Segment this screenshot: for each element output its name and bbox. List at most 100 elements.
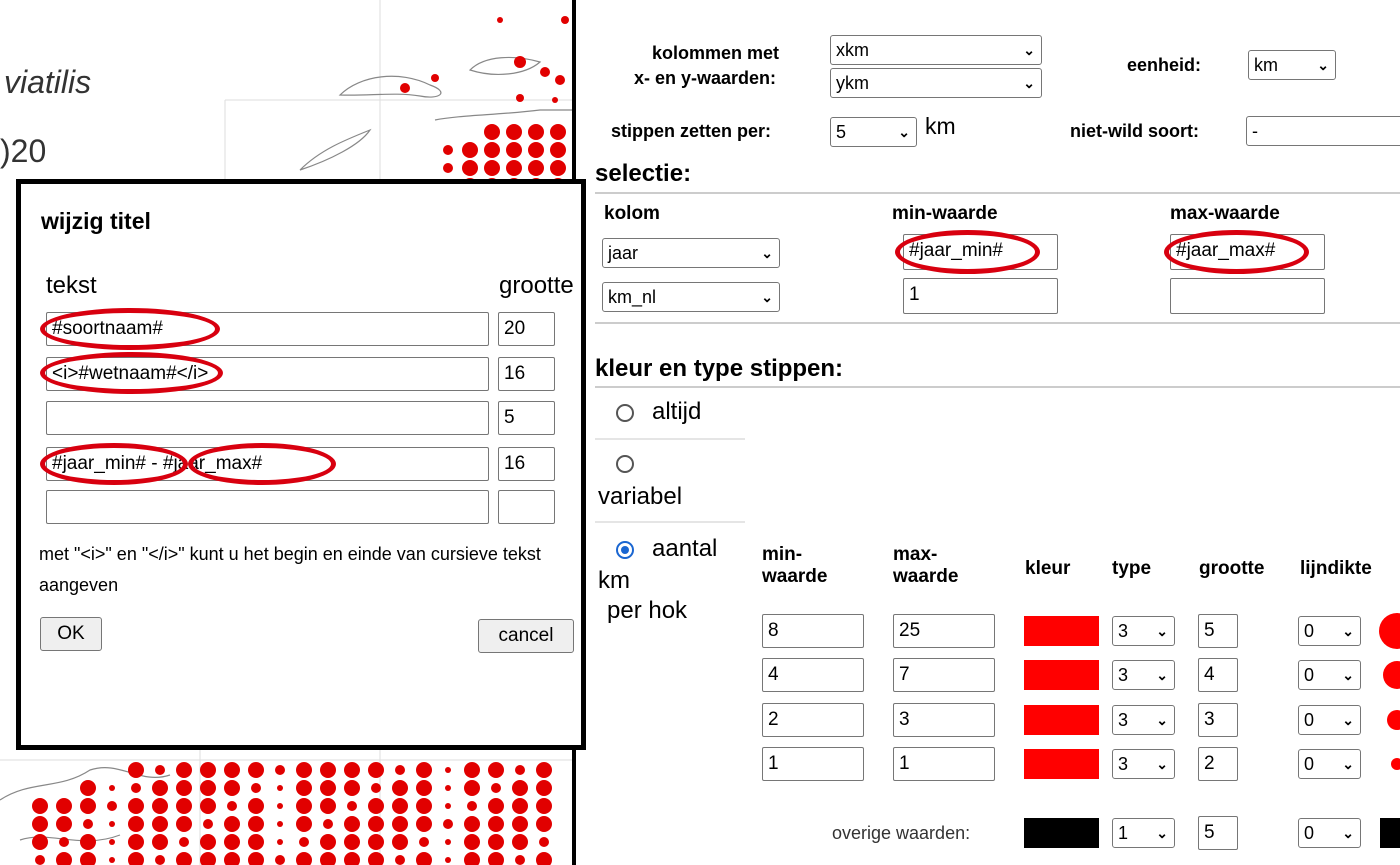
dot-line-select[interactable]: 0 ⌄ — [1298, 749, 1361, 779]
dot-size-input[interactable]: 5 — [1198, 614, 1238, 648]
distribution-dot — [248, 816, 264, 832]
distribution-dot — [59, 837, 69, 847]
dot-min-input[interactable]: 1 — [762, 747, 864, 781]
dot-min-input[interactable]: 2 — [762, 703, 864, 737]
dots-per-unit: km — [925, 113, 956, 139]
y-column-select[interactable]: ykm ⌄ — [830, 68, 1042, 98]
distribution-dot — [80, 780, 96, 796]
dot-type-select[interactable]: 3 ⌄ — [1112, 749, 1175, 779]
selection-bottom-divider — [595, 322, 1400, 324]
nonwild-select[interactable]: - — [1246, 116, 1400, 146]
distribution-dot — [56, 798, 72, 814]
col-text-header: tekst — [46, 272, 97, 299]
distribution-dot — [400, 83, 410, 93]
dot-preview — [1383, 661, 1400, 689]
distribution-dot — [248, 834, 264, 850]
distribution-dot — [296, 780, 312, 796]
dot-type-select[interactable]: 3 ⌄ — [1112, 616, 1175, 646]
distribution-dot — [416, 852, 432, 865]
dot-size-input[interactable]: 4 — [1198, 658, 1238, 692]
distribution-dot — [128, 762, 144, 778]
distribution-dot — [109, 785, 115, 791]
distribution-dot — [464, 762, 480, 778]
title-size-input-4[interactable]: 16 — [498, 447, 555, 481]
radio-variable[interactable] — [616, 455, 634, 473]
selection-max-input-2[interactable] — [1170, 278, 1325, 314]
title-size-input-2[interactable]: 16 — [498, 357, 555, 391]
title-size-input-3[interactable]: 5 — [498, 401, 555, 435]
distribution-dot — [251, 783, 261, 793]
other-size-input[interactable]: 5 — [1198, 816, 1238, 850]
selection-min-input-2[interactable]: 1 — [903, 278, 1058, 314]
distribution-dot — [419, 837, 429, 847]
chevron-down-icon: ⌄ — [1342, 667, 1354, 683]
other-type-select[interactable]: 1 ⌄ — [1112, 818, 1175, 848]
dots-col-color: kleur — [1025, 558, 1071, 579]
distribution-dot — [176, 798, 192, 814]
dot-line-select[interactable]: 0 ⌄ — [1298, 616, 1361, 646]
dot-line-value: 0 — [1304, 665, 1315, 685]
radio-count-per-cell[interactable] — [616, 541, 634, 559]
columns-label-1: kolommen met — [652, 43, 780, 63]
title-size-input-1[interactable]: 20 — [498, 312, 555, 346]
dot-type-value: 3 — [1118, 710, 1129, 730]
dot-max-input[interactable]: 7 — [893, 658, 995, 692]
dot-max-input[interactable]: 1 — [893, 747, 995, 781]
dot-color-swatch[interactable] — [1024, 705, 1099, 735]
cancel-button[interactable]: cancel — [478, 619, 574, 653]
ok-button[interactable]: OK — [40, 617, 102, 651]
distribution-dot — [248, 762, 264, 778]
dots-per-select[interactable]: 5 ⌄ — [830, 117, 917, 147]
dot-max-input[interactable]: 3 — [893, 703, 995, 737]
distribution-dot — [515, 765, 525, 775]
distribution-dot — [56, 852, 72, 865]
dot-color-swatch[interactable] — [1024, 616, 1099, 646]
distribution-dot — [512, 780, 528, 796]
distribution-dot — [550, 142, 566, 158]
dot-size-input[interactable]: 2 — [1198, 747, 1238, 781]
chevron-down-icon: ⌄ — [1156, 756, 1168, 772]
chevron-down-icon: ⌄ — [1156, 623, 1168, 639]
other-line-select[interactable]: 0 ⌄ — [1298, 818, 1361, 848]
map-year-fragment: )20 — [0, 133, 47, 169]
distribution-dot — [512, 798, 528, 814]
other-dot-preview — [1380, 818, 1400, 848]
italic-hint-text: met "<i>" en "</i>" kunt u het begin en … — [39, 544, 541, 595]
edit-title-dialog: wijzig titel tekst grootte #soortnaam# 2… — [16, 179, 586, 750]
other-color-swatch[interactable] — [1024, 818, 1099, 848]
dot-color-swatch[interactable] — [1024, 749, 1099, 779]
distribution-dot — [200, 852, 216, 865]
x-column-select[interactable]: xkm ⌄ — [830, 35, 1042, 65]
dot-color-swatch[interactable] — [1024, 660, 1099, 690]
title-text-input-3[interactable] — [46, 401, 489, 435]
distribution-dot — [491, 783, 501, 793]
dots-col-line: lijndikte — [1300, 558, 1372, 579]
radio-always[interactable] — [616, 404, 634, 422]
distribution-dot — [227, 801, 237, 811]
distribution-dot — [488, 798, 504, 814]
dot-max-input[interactable]: 25 — [893, 614, 995, 648]
dot-preview — [1387, 710, 1400, 730]
dot-line-select[interactable]: 0 ⌄ — [1298, 705, 1361, 735]
dot-line-select[interactable]: 0 ⌄ — [1298, 660, 1361, 690]
distribution-dot — [299, 837, 309, 847]
dot-size-input[interactable]: 3 — [1198, 703, 1238, 737]
selection-column-select-2[interactable]: km_nl ⌄ — [602, 282, 780, 312]
distribution-dot — [368, 834, 384, 850]
dot-min-input[interactable]: 4 — [762, 658, 864, 692]
col-size-header: grootte — [499, 272, 574, 299]
distribution-dot — [176, 780, 192, 796]
distribution-dot — [320, 780, 336, 796]
dot-type-select[interactable]: 3 ⌄ — [1112, 660, 1175, 690]
dot-min-input[interactable]: 8 — [762, 614, 864, 648]
dots-divider — [595, 386, 1400, 388]
distribution-dot — [488, 852, 504, 865]
dot-type-select[interactable]: 3 ⌄ — [1112, 705, 1175, 735]
title-text-input-5[interactable] — [46, 490, 489, 524]
selection-column-select-1[interactable]: jaar ⌄ — [602, 238, 780, 268]
dot-line-value: 0 — [1304, 621, 1315, 641]
distribution-dot — [179, 837, 189, 847]
title-size-input-5[interactable] — [498, 490, 555, 524]
dots-col-min-2: waarde — [762, 566, 828, 587]
unit-select[interactable]: km ⌄ — [1248, 50, 1336, 80]
